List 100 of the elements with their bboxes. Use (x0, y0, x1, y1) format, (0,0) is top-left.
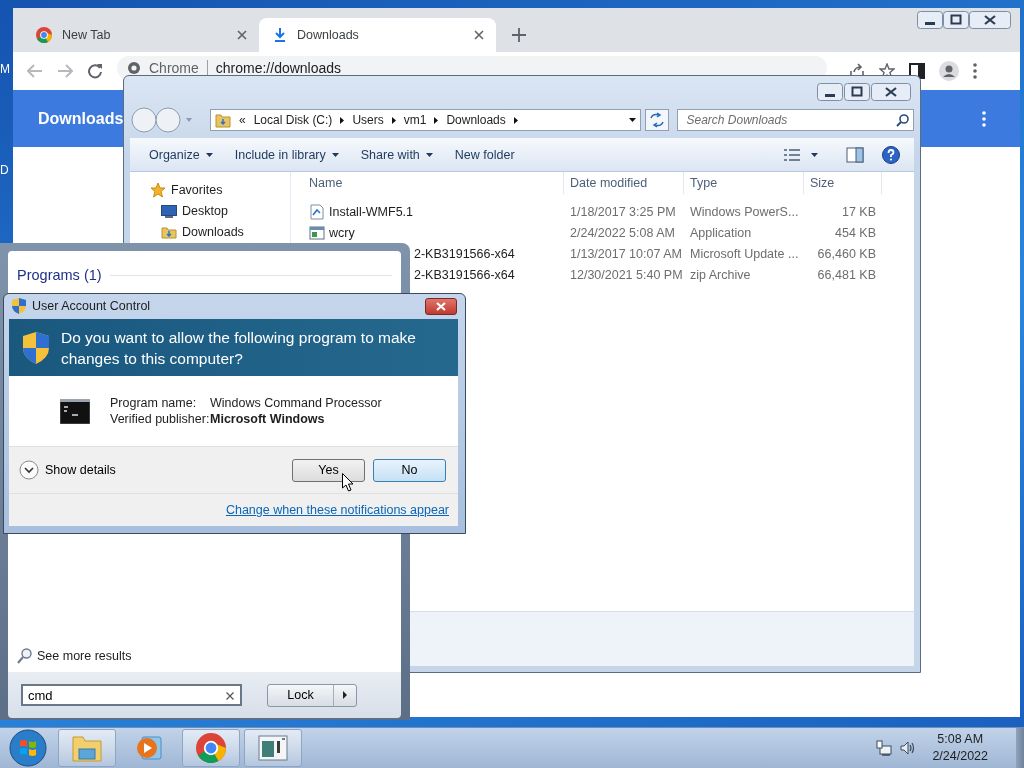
site-label: Chrome (149, 60, 199, 76)
table-cell-text: 1/18/2017 3:25 PM (569, 203, 677, 221)
desktop-icon (161, 204, 177, 218)
detail-label: Program name: (110, 396, 198, 410)
table-cell-text: 12/30/2021 5:40 PM (569, 266, 684, 284)
shield-icon (23, 331, 49, 364)
chevron-right-icon (340, 116, 345, 124)
media-player-icon (135, 734, 163, 762)
download-icon (273, 27, 287, 43)
new-tab-icon[interactable] (512, 28, 526, 42)
taskbar-button[interactable] (182, 729, 240, 767)
folder-icon (161, 225, 177, 239)
chevron-down-icon (19, 460, 39, 480)
preview-pane-icon[interactable] (846, 146, 864, 163)
dialog-button[interactable]: Yes (292, 458, 365, 482)
dialog-button[interactable]: No (373, 458, 446, 482)
folder-icon (71, 733, 103, 763)
application-icon (309, 224, 325, 241)
close-icon[interactable] (969, 11, 1011, 29)
maximize-icon[interactable] (844, 83, 870, 101)
side-panel-icon[interactable] (909, 63, 925, 79)
close-icon[interactable] (871, 83, 911, 101)
detail-label: Verified publisher: (110, 412, 210, 426)
file-name-cell[interactable]: wcry (303, 222, 564, 243)
script-file-icon (309, 203, 325, 220)
star-icon (150, 182, 166, 198)
search-icon (896, 113, 909, 127)
caret-icon (331, 152, 339, 157)
browser-tab[interactable]: Downloads (259, 18, 496, 52)
table-cell-text: Microsoft Update ... (689, 245, 800, 263)
nav-item[interactable]: Downloads (130, 224, 290, 240)
breadcrumb-item[interactable]: Users (352, 113, 384, 127)
table-cell-text: 66,481 KB (816, 266, 877, 284)
chevron-right-icon (434, 116, 439, 124)
profile-icon[interactable] (939, 61, 959, 81)
close-icon[interactable] (237, 30, 247, 40)
taskbar-button[interactable] (244, 729, 302, 767)
toolbar-button[interactable]: Share with (349, 141, 444, 168)
column-header[interactable]: Size (804, 172, 882, 194)
caret-icon (205, 152, 213, 157)
nav-item[interactable]: Favorites (130, 182, 290, 198)
menu-icon[interactable] (982, 110, 986, 127)
address-bar[interactable]: « Local Disk (C:) Users vm1 Downloads (210, 109, 642, 131)
views-icon[interactable] (783, 147, 801, 162)
show-details-button[interactable]: Show details (19, 460, 116, 480)
breadcrumb-item[interactable]: Local Disk (C:) (253, 113, 333, 127)
maximize-icon[interactable] (943, 11, 969, 29)
minimize-icon[interactable] (917, 11, 943, 29)
breadcrumb-item[interactable]: Downloads (446, 113, 506, 127)
taskbar-button[interactable] (58, 729, 116, 767)
column-header[interactable]: Name (303, 172, 564, 194)
nav-item[interactable]: Desktop (130, 203, 290, 219)
chevron-right-icon (391, 116, 396, 124)
clock[interactable]: 5:08 AM 2/24/2022 (932, 731, 988, 765)
table-cell-text: 66,460 KB (816, 245, 877, 263)
close-icon (436, 301, 446, 311)
url-text: chrome://downloads (215, 60, 342, 76)
table-cell-text: 2/24/2022 5:08 AM (569, 224, 676, 242)
close-icon[interactable] (474, 30, 484, 40)
toolbar-button[interactable]: Include in library (223, 141, 350, 168)
toolbar-button[interactable]: New folder (443, 141, 526, 168)
browser-tab[interactable]: New Tab (22, 18, 259, 52)
detail-value: Microsoft Windows (210, 412, 326, 426)
minimize-icon[interactable] (817, 83, 843, 101)
dialog-title: User Account Control (32, 299, 152, 313)
see-more-results-link[interactable]: See more results (17, 648, 392, 664)
desktop-icon-label: M (0, 62, 10, 76)
chevron-right-icon (513, 116, 518, 124)
table-cell-text: Application (689, 224, 753, 242)
cursor-icon (342, 473, 354, 492)
network-icon[interactable] (876, 740, 893, 756)
search-field[interactable]: Search Downloads (677, 109, 914, 131)
desktop-icon-label: D (0, 163, 9, 177)
folder-icon (215, 112, 231, 128)
file-name-cell[interactable]: Install-WMF5.1 (303, 201, 564, 222)
search-field[interactable]: cmd (22, 685, 241, 705)
caret-icon (425, 152, 433, 157)
dialog-question: Do you want to allow the following program to make changes to this computer? (61, 327, 417, 369)
help-icon[interactable] (882, 145, 900, 164)
triangle-right-icon (343, 691, 347, 699)
close-button[interactable] (425, 297, 457, 315)
command-prompt-icon (60, 398, 90, 424)
application-window-icon (258, 735, 288, 761)
page-title: Downloads (38, 109, 124, 128)
clear-icon[interactable] (226, 692, 234, 700)
column-header[interactable]: Type (684, 172, 804, 194)
refresh-icon[interactable] (645, 109, 670, 131)
reload-icon[interactable] (87, 63, 103, 79)
breadcrumb-overflow[interactable]: « (239, 113, 246, 127)
search-icon (17, 648, 32, 664)
detail-value: Windows Command Processor (210, 396, 382, 410)
shield-icon (12, 298, 26, 314)
menu-icon[interactable] (973, 63, 977, 79)
table-cell-text: Windows PowerS... (689, 203, 800, 221)
table-cell-text: 1/13/2017 10:07 AM (569, 245, 683, 263)
column-header[interactable]: Date modified (564, 172, 684, 194)
toolbar-button[interactable]: Organize (138, 141, 224, 168)
table-cell-text: zip Archive (689, 266, 752, 284)
volume-icon[interactable] (900, 740, 917, 756)
breadcrumb-item[interactable]: vm1 (403, 113, 427, 127)
